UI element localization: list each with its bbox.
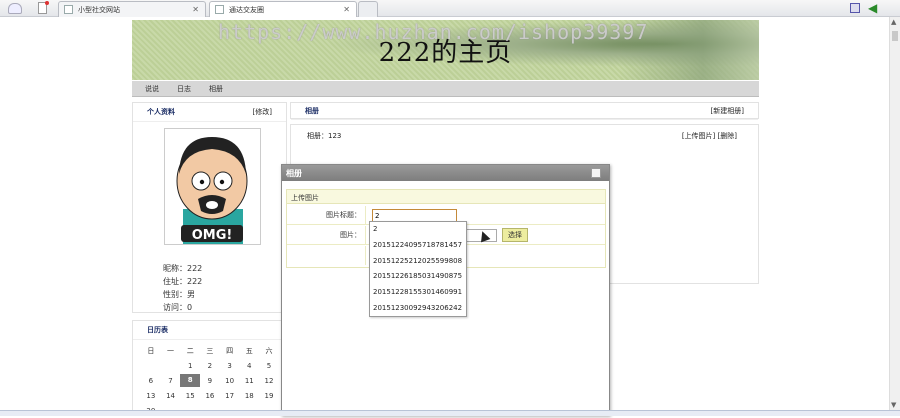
calendar-week-row: 13 14 15 16 17 18 19 (141, 388, 285, 403)
dialog-titlebar[interactable]: 相册 (282, 165, 609, 181)
document-icon[interactable] (38, 1, 49, 14)
nickname-text: 昵称：222 (163, 264, 203, 273)
edit-profile-link[interactable]: [修改] (253, 107, 272, 117)
close-tab-icon[interactable]: ✕ (192, 5, 199, 14)
autocomplete-option[interactable]: 20151228155301460991 (370, 285, 466, 301)
close-tab-icon[interactable]: ✕ (343, 5, 350, 14)
autocomplete-option[interactable]: 20151230092943206242 (370, 301, 466, 317)
calendar-day[interactable]: 16 (200, 392, 220, 400)
vertical-scrollbar[interactable]: ▲ ▼ (889, 17, 900, 410)
row-divider (365, 206, 366, 225)
page-icon (215, 5, 224, 14)
new-tab-button[interactable] (358, 1, 378, 17)
calendar-day[interactable]: 11 (239, 377, 259, 385)
album-count: 相册：123 (307, 132, 342, 140)
calendar-day[interactable]: 2 (200, 362, 220, 370)
back-arrow-icon[interactable]: ◀ (868, 2, 877, 14)
album-actions: [上传图片] [删除] (682, 131, 737, 141)
album-header-panel: 相册 [新建相册] (290, 102, 759, 120)
row-divider (365, 226, 366, 245)
status-bar (0, 410, 900, 416)
calendar-weekday-row: 日一二三四五六 (141, 343, 285, 358)
calendar-day[interactable]: 12 (259, 377, 279, 385)
calendar-day[interactable]: 5 (259, 362, 279, 370)
calendar-day[interactable]: 10 (220, 377, 240, 385)
autocomplete-option[interactable]: 2 (370, 222, 466, 238)
address-text: 住址：222 (163, 277, 203, 286)
calendar-grid: 日一二三四五六1234567891011121314151617181920 (141, 343, 285, 418)
calendar-day[interactable]: 18 (239, 392, 259, 400)
calendar-day[interactable]: 19 (259, 392, 279, 400)
calendar-weekday: 二 (186, 346, 194, 355)
autocomplete-list: 2 20151224095718781457 2015122521202559980… (369, 221, 467, 317)
calendar-weekday: 日 (147, 346, 155, 355)
calendar-day[interactable]: 15 (180, 392, 200, 400)
dialog-title: 相册 (286, 168, 302, 178)
nav-item-album[interactable]: 相册 (209, 84, 223, 94)
browser-tab-2[interactable]: 通达交友圈 ✕ (209, 1, 357, 17)
delete-album-link[interactable]: [删除] (718, 132, 737, 140)
autocomplete-option[interactable]: 20151225212025599808 (370, 254, 466, 270)
avatar-caption: OMG! (192, 228, 233, 243)
new-album-link[interactable]: [新建相册] (711, 106, 744, 116)
calendar-day[interactable]: 9 (200, 377, 220, 385)
tab-label: 小型社交网站 (78, 5, 120, 14)
calendar-heading: 日历表 (147, 326, 168, 334)
row-divider (365, 246, 366, 265)
autocomplete-option[interactable]: 20151224095718781457 (370, 238, 466, 254)
calendar-day[interactable]: 13 (141, 392, 161, 400)
watermark-text: https://www.huzhan.com/ishop39397 (218, 20, 649, 44)
gender-text: 性别：男 (163, 290, 195, 299)
upload-image-link[interactable]: [上传图片] (682, 132, 715, 140)
avatar-image: OMG! (176, 137, 248, 244)
calendar-week-row: 6 7 8 9 10 11 12 (141, 373, 285, 388)
main-nav: 说说 日志 相册 (132, 81, 759, 97)
nav-item-blog[interactable]: 日志 (177, 84, 191, 94)
calendar-day[interactable]: 14 (161, 392, 181, 400)
calendar-day[interactable]: 8 (180, 374, 201, 387)
browser-tabbar: 小型社交网站 ✕ 通达交友圈 ✕ ◀ (0, 0, 900, 17)
profile-header: 个人资料 [修改] (133, 103, 286, 122)
choose-file-button[interactable]: 选择 (502, 228, 528, 242)
calendar-week-row: 12345 (141, 358, 285, 373)
avatar: OMG! (164, 128, 261, 245)
calendar-day[interactable]: 1 (180, 362, 200, 370)
calendar-weekday: 六 (265, 346, 273, 355)
calendar-day[interactable]: 3 (220, 362, 240, 370)
form-heading: 上传图片 (287, 190, 605, 204)
album-header: 相册 [新建相册] (291, 103, 758, 120)
home-icon[interactable] (8, 3, 22, 14)
browser-tab-1[interactable]: 小型社交网站 ✕ (58, 1, 206, 17)
calendar-weekday: 五 (245, 346, 253, 355)
image-title-label: 图片标题： (326, 211, 361, 219)
profile-panel: 个人资料 [修改] OMG! 昵称：222 住址：222 性别：男 访问：0 (132, 102, 287, 313)
visits-text: 访问：0 (163, 303, 193, 312)
tab-label: 通达交友圈 (229, 5, 264, 14)
calendar-day[interactable]: 6 (141, 377, 161, 385)
scroll-down-icon[interactable]: ▼ (891, 401, 896, 409)
calendar-weekday: 一 (167, 346, 175, 355)
calendar-day[interactable]: 7 (161, 377, 181, 385)
calendar-day[interactable]: 4 (239, 362, 259, 370)
autocomplete-option[interactable]: 20151226185031490875 (370, 269, 466, 285)
scroll-up-icon[interactable]: ▲ (891, 18, 896, 26)
profile-heading: 个人资料 (147, 108, 175, 116)
calendar-weekday: 四 (226, 346, 234, 355)
calendar-header: 日历表 (133, 321, 286, 340)
image-label: 图片： (340, 231, 361, 239)
album-heading: 相册 (305, 107, 319, 115)
calendar-day[interactable]: 17 (220, 392, 240, 400)
calendar-weekday: 三 (206, 346, 214, 355)
page-tools-icon[interactable] (850, 3, 860, 13)
dialog-close-icon[interactable] (591, 168, 601, 178)
nav-item-shuoshuo[interactable]: 说说 (145, 84, 159, 94)
calendar-panel: 日历表 日一二三四五六 1 2 3 4 5 6 7 8 9 10 11 12 13 14 15 16 17 18 19… (132, 320, 287, 416)
page-icon (64, 5, 73, 14)
scroll-thumb[interactable] (892, 31, 898, 41)
